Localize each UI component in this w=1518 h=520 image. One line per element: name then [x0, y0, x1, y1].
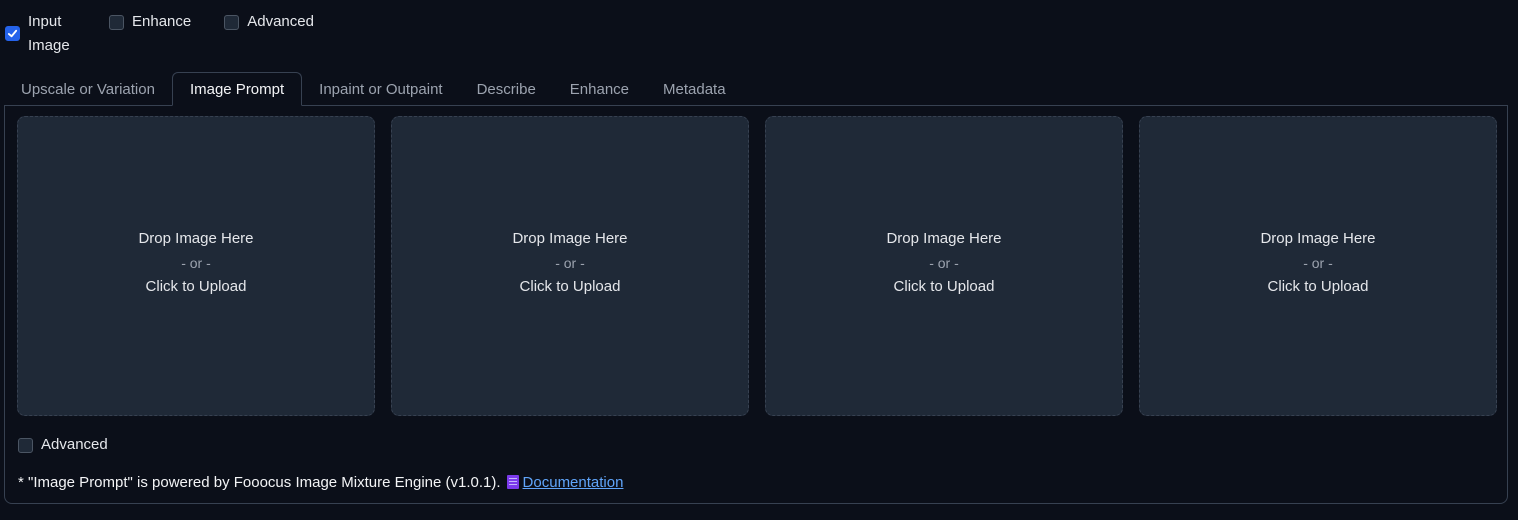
- checkbox-unchecked-icon[interactable]: [18, 437, 33, 453]
- input-image-tabs: Upscale or Variation Image Prompt Inpain…: [4, 72, 743, 106]
- click-to-upload-text: Click to Upload: [1267, 278, 1369, 295]
- click-to-upload-text: Click to Upload: [893, 278, 995, 295]
- enhance-checkbox[interactable]: Enhance: [109, 10, 191, 34]
- drop-image-text: Drop Image Here: [1260, 230, 1376, 247]
- image-prompt-panel: Drop Image Here - or - Click to Upload D…: [4, 105, 1508, 504]
- tab-enhance[interactable]: Enhance: [553, 73, 646, 106]
- or-separator: - or -: [555, 255, 585, 271]
- image-prompt-footnote: * "Image Prompt" is powered by Fooocus I…: [18, 474, 623, 491]
- tab-describe[interactable]: Describe: [460, 73, 553, 106]
- tab-upscale-or-variation[interactable]: Upscale or Variation: [4, 73, 172, 106]
- top-checkbox-row: Input Image Enhance Advanced: [5, 10, 347, 58]
- image-upload-dropzone-4[interactable]: Drop Image Here - or - Click to Upload: [1139, 116, 1497, 416]
- checkbox-unchecked-icon[interactable]: [224, 15, 240, 30]
- enhance-label: Enhance: [132, 13, 192, 30]
- advanced-label: Advanced: [247, 13, 314, 30]
- documentation-link[interactable]: Documentation: [523, 474, 624, 491]
- drop-image-text: Drop Image Here: [512, 230, 628, 247]
- checkbox-checked-icon[interactable]: [5, 26, 20, 41]
- image-prompt-advanced-checkbox[interactable]: Advanced: [18, 435, 108, 455]
- footnote-text: * "Image Prompt" is powered by Fooocus I…: [18, 474, 501, 491]
- or-separator: - or -: [929, 255, 959, 271]
- image-upload-row: Drop Image Here - or - Click to Upload D…: [17, 116, 1497, 416]
- or-separator: - or -: [1303, 255, 1333, 271]
- input-image-label: Input Image: [28, 13, 70, 54]
- tab-inpaint-or-outpaint[interactable]: Inpaint or Outpaint: [302, 73, 459, 106]
- tab-metadata[interactable]: Metadata: [646, 73, 743, 106]
- tab-image-prompt[interactable]: Image Prompt: [171, 72, 303, 106]
- click-to-upload-text: Click to Upload: [145, 278, 247, 295]
- input-image-checkbox[interactable]: Input Image: [5, 10, 76, 58]
- image-upload-dropzone-3[interactable]: Drop Image Here - or - Click to Upload: [765, 116, 1123, 416]
- advanced-checkbox[interactable]: Advanced: [224, 10, 314, 34]
- drop-image-text: Drop Image Here: [138, 230, 254, 247]
- image-prompt-advanced-label: Advanced: [41, 436, 108, 453]
- image-upload-dropzone-1[interactable]: Drop Image Here - or - Click to Upload: [17, 116, 375, 416]
- or-separator: - or -: [181, 255, 211, 271]
- book-icon: [506, 475, 519, 489]
- drop-image-text: Drop Image Here: [886, 230, 1002, 247]
- checkbox-unchecked-icon[interactable]: [109, 15, 124, 30]
- image-upload-dropzone-2[interactable]: Drop Image Here - or - Click to Upload: [391, 116, 749, 416]
- click-to-upload-text: Click to Upload: [519, 278, 621, 295]
